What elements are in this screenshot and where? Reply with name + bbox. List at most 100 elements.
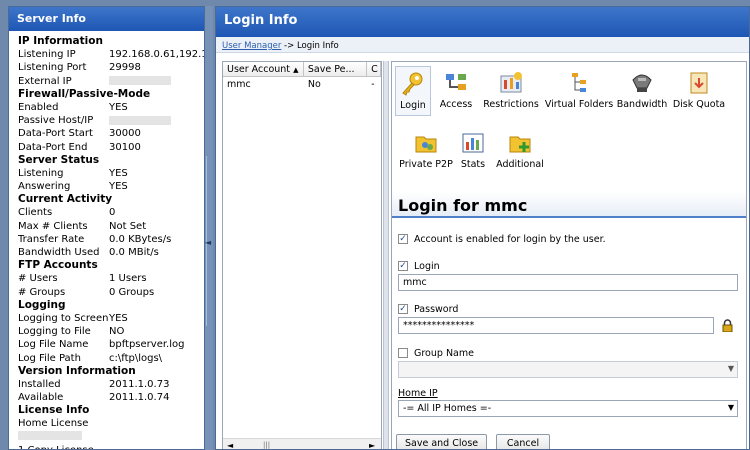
bandwidth-tab[interactable]: Bandwidth — [616, 70, 668, 110]
info-row: Transfer Rate 0.0 KBytes/s — [9, 233, 204, 246]
chevron-down-icon[interactable]: ▼ — [728, 403, 734, 412]
server-info-title: Server Info — [9, 7, 204, 31]
user-list[interactable]: User Account ▲ Save Pe... C mmc No - ◄ |… — [222, 61, 382, 449]
disk-quota-tab[interactable]: Disk Quota — [672, 70, 726, 110]
account-enabled-row[interactable]: ✓ Account is enabled for login by the us… — [398, 232, 738, 246]
section-heading: FTP Accounts — [18, 259, 98, 272]
license-copies: 1 Copy License — [9, 444, 204, 449]
column-c[interactable]: C — [367, 62, 381, 76]
group-name-row[interactable]: Group Name — [398, 346, 738, 360]
table-row[interactable]: mmc No - — [223, 77, 381, 91]
disk-quota-icon — [686, 70, 712, 96]
info-value: 30000 — [109, 128, 141, 140]
stats-tab[interactable]: Stats — [458, 130, 488, 170]
account-enabled-label: Account is enabled for login by the user… — [414, 233, 606, 245]
cell-save: No — [307, 79, 321, 90]
info-value: 2011.1.0.73 — [109, 378, 170, 390]
home-ip-select[interactable]: -= All IP Homes =- ▼ — [398, 400, 738, 417]
info-value: 30100 — [109, 141, 141, 153]
access-icon — [443, 70, 469, 96]
add-folder-icon — [507, 130, 533, 156]
horizontal-scrollbar[interactable]: ◄ ||| ► — [223, 438, 381, 449]
scroll-thumb[interactable]: ||| — [263, 441, 270, 449]
list-splitter[interactable] — [383, 61, 389, 449]
login-checkbox[interactable]: ✓ — [398, 261, 408, 271]
section-heading: Version Information — [18, 364, 136, 377]
save-and-close-button[interactable]: Save and Close — [396, 434, 488, 449]
server-info-list: IP Information Listening IP 192.168.0.61,1… — [9, 31, 204, 449]
info-value: 0.0 KBytes/s — [109, 233, 172, 245]
scroll-right-icon[interactable]: ► — [369, 441, 375, 449]
info-value: Not Set — [109, 220, 147, 232]
info-row: External IP — [9, 75, 204, 88]
breadcrumb: User Manager -> Login Info — [216, 37, 749, 53]
breadcrumb-current: Login Info — [296, 41, 339, 51]
info-row: Bandwidth Used 0.0 MBit/s — [9, 246, 204, 259]
login-tab[interactable]: Login — [395, 66, 431, 116]
info-key: Max # Clients — [18, 220, 88, 232]
column-save-permissions[interactable]: Save Pe... — [304, 62, 368, 76]
info-row: Log File Path c:\ftp\logs\ — [9, 352, 204, 365]
account-enabled-checkbox[interactable]: ✓ — [398, 234, 408, 244]
login-info-title: Login Info — [216, 7, 749, 37]
private-p2p-tab[interactable]: Private P2P — [398, 130, 454, 170]
info-value: NO — [109, 326, 125, 338]
section-heading: Current Activity — [18, 193, 113, 206]
group-name-select[interactable]: ▼ — [398, 361, 738, 378]
login-info-window: Login Info User Manager -> Login Info Us… — [215, 6, 750, 450]
info-row: Passive Host/IP — [9, 114, 204, 127]
password-row[interactable]: ✓ Password — [398, 302, 738, 316]
redacted-license-row — [9, 430, 204, 444]
splitter-arrow-icon[interactable]: ◄ — [205, 238, 211, 247]
info-value: 29998 — [109, 62, 141, 74]
lock-icon[interactable] — [722, 319, 733, 332]
redacted-value — [109, 115, 171, 125]
cancel-button[interactable]: Cancel — [496, 434, 550, 449]
login-input[interactable]: mmc — [398, 274, 738, 291]
additional-tab[interactable]: Additional — [496, 130, 544, 170]
breadcrumb-user-manager-link[interactable]: User Manager — [222, 41, 281, 51]
info-key: # Groups — [18, 286, 66, 298]
virtual-folders-tab[interactable]: Virtual Folders — [544, 70, 614, 110]
breadcrumb-separator: -> — [284, 41, 295, 51]
info-key: Installed — [18, 378, 61, 390]
restrictions-icon — [498, 70, 524, 96]
info-key: Passive Host/IP — [18, 115, 94, 127]
info-row: Logging to Screen YES — [9, 312, 204, 325]
user-list-header: User Account ▲ Save Pe... C — [223, 62, 381, 77]
info-value — [109, 417, 204, 430]
section-heading: Firewall/Passive-Mode — [18, 87, 151, 100]
login-detail-pane: Login Access Restrictions Virtual Folder… — [391, 61, 747, 449]
scroll-left-icon[interactable]: ◄ — [227, 441, 233, 449]
info-key: Log File Name — [18, 339, 89, 351]
info-row: Max # Clients Not Set — [9, 220, 204, 233]
access-tab[interactable]: Access — [438, 70, 474, 110]
stats-chart-icon — [460, 130, 486, 156]
info-row: Log File Name bpftpserver.log — [9, 338, 204, 351]
info-value: 0 — [109, 207, 116, 219]
panel-splitter[interactable]: ◄ — [205, 6, 213, 450]
form-heading: Login for mmc — [392, 192, 746, 218]
info-row: # Users 1 Users — [9, 272, 204, 285]
info-row: Data-Port End 30100 — [9, 141, 204, 154]
info-value: c:\ftp\logs\ — [109, 352, 163, 364]
column-user-account[interactable]: User Account ▲ — [223, 62, 304, 76]
redacted-value — [109, 76, 171, 86]
info-row: Available 2011.1.0.74 — [9, 391, 204, 404]
info-key: Transfer Rate — [18, 233, 85, 245]
info-key: Answering — [18, 181, 71, 193]
section-heading: License Info — [18, 404, 90, 417]
password-input[interactable]: *************** — [398, 317, 733, 334]
cell-account: mmc — [227, 79, 251, 90]
chevron-down-icon[interactable]: ▼ — [728, 364, 734, 373]
login-row[interactable]: ✓ Login — [398, 259, 738, 273]
restrictions-tab[interactable]: Restrictions — [480, 70, 542, 110]
info-key: # Users — [18, 273, 58, 285]
password-checkbox[interactable]: ✓ — [398, 304, 408, 314]
info-key: Bandwidth Used — [18, 247, 100, 258]
info-key: Home License — [18, 418, 89, 430]
group-name-checkbox[interactable] — [398, 348, 408, 358]
server-info-panel: Server Info IP Information Listening IP 19… — [8, 6, 205, 450]
info-row: Enabled YES — [9, 101, 204, 114]
redacted-value — [18, 430, 82, 440]
